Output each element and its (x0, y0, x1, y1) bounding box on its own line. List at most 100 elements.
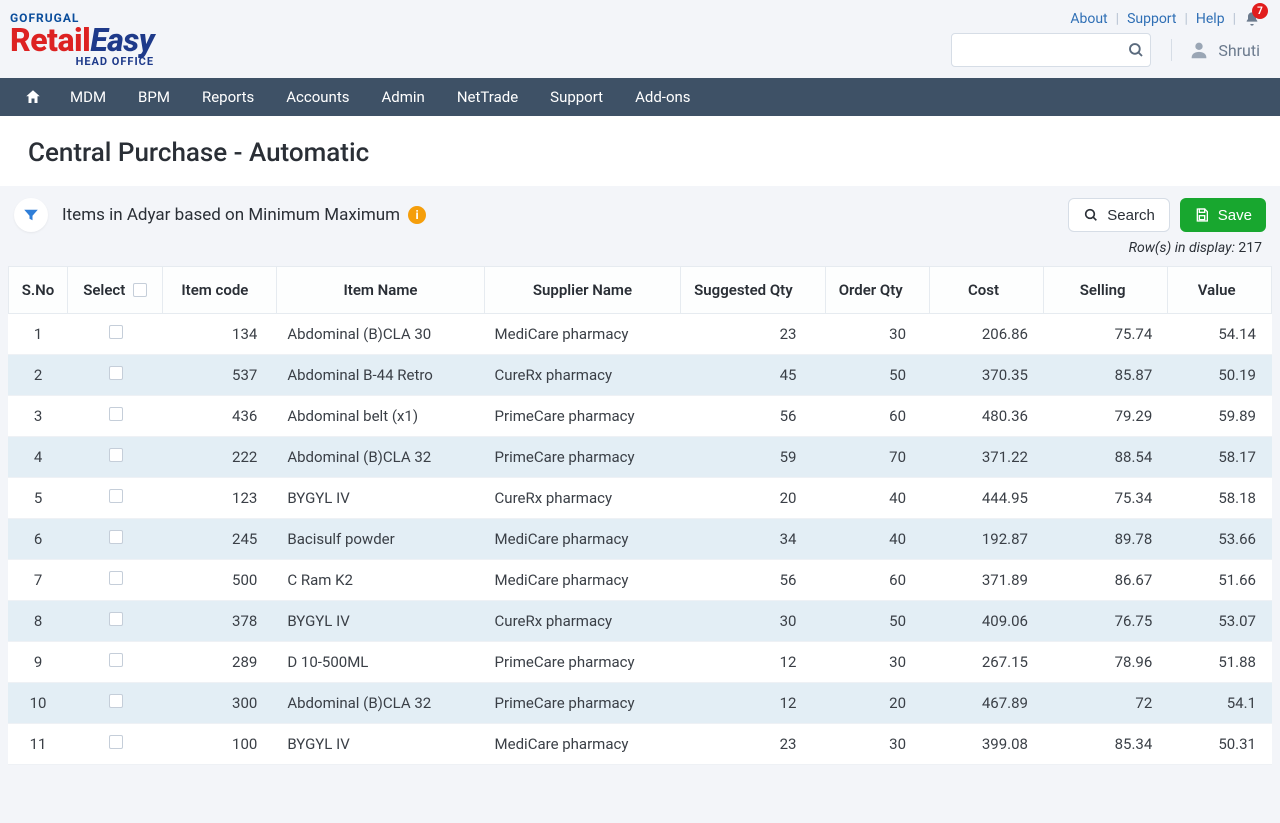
table-row[interactable]: 11100BYGYL IVMediCare pharmacy2330399.08… (8, 724, 1272, 765)
row-checkbox[interactable] (109, 489, 123, 503)
cell-select (68, 642, 163, 683)
cell-selling: 76.75 (1044, 601, 1168, 642)
table-row[interactable]: 3436Abdominal belt (x1)PrimeCare pharmac… (8, 396, 1272, 437)
cell-sno: 2 (8, 355, 68, 396)
cell-select (68, 683, 163, 724)
cell-suggested: 56 (681, 560, 826, 601)
cell-suggested: 34 (681, 519, 826, 560)
cell-supplier: PrimeCare pharmacy (485, 396, 682, 437)
table-row[interactable]: 6245Bacisulf powderMediCare pharmacy3440… (8, 519, 1272, 560)
cell-select (68, 519, 163, 560)
support-link[interactable]: Support (1127, 11, 1176, 27)
table-row[interactable]: 5123BYGYL IVCureRx pharmacy2040444.9575.… (8, 478, 1272, 519)
header-supplier: Supplier Name (485, 266, 682, 314)
row-checkbox[interactable] (109, 653, 123, 667)
cell-selling: 72 (1044, 683, 1168, 724)
filter-right: Search Save (1068, 198, 1266, 232)
table-container: S.No Select Item code Item Name Supplier… (0, 266, 1280, 765)
header-sno: S.No (8, 266, 68, 314)
cell-supplier: CureRx pharmacy (485, 355, 682, 396)
nav-reports[interactable]: Reports (186, 78, 270, 116)
header-select: Select (68, 266, 163, 314)
cell-value: 58.18 (1168, 478, 1272, 519)
cell-code: 378 (163, 601, 277, 642)
about-link[interactable]: About (1070, 11, 1107, 27)
page-title: Central Purchase - Automatic (0, 116, 1280, 186)
nav-accounts[interactable]: Accounts (270, 78, 365, 116)
help-link[interactable]: Help (1196, 11, 1225, 27)
search-button-label: Search (1107, 207, 1155, 224)
row-checkbox[interactable] (109, 735, 123, 749)
nav-bpm[interactable]: BPM (122, 78, 186, 116)
cell-sno: 7 (8, 560, 68, 601)
home-icon (24, 88, 42, 106)
cell-name: Abdominal (B)CLA 32 (277, 437, 484, 478)
main-nav: MDM BPM Reports Accounts Admin NetTrade … (0, 78, 1280, 116)
cell-name: Abdominal belt (x1) (277, 396, 484, 437)
row-checkbox[interactable] (109, 448, 123, 462)
funnel-icon (22, 206, 40, 224)
cell-code: 100 (163, 724, 277, 765)
table-row[interactable]: 7500C Ram K2MediCare pharmacy5660371.898… (8, 560, 1272, 601)
row-checkbox[interactable] (109, 366, 123, 380)
row-checkbox[interactable] (109, 612, 123, 626)
cell-cost: 467.89 (930, 683, 1044, 724)
notifications-button[interactable]: 7 (1244, 11, 1260, 27)
nav-addons[interactable]: Add-ons (619, 78, 706, 116)
cell-supplier: CureRx pharmacy (485, 601, 682, 642)
cell-cost: 267.15 (930, 642, 1044, 683)
search-button[interactable]: Search (1068, 198, 1170, 232)
search-icon (1127, 41, 1145, 59)
cell-cost: 444.95 (930, 478, 1044, 519)
cell-order: 20 (826, 683, 930, 724)
row-count-display: Row(s) in display: 217 (0, 236, 1280, 266)
save-icon (1194, 207, 1210, 223)
nav-home[interactable] (12, 88, 54, 106)
cell-suggested: 45 (681, 355, 826, 396)
header-right: About | Support | Help | 7 Shruti (951, 11, 1260, 67)
table-row[interactable]: 10300Abdominal (B)CLA 32PrimeCare pharma… (8, 683, 1272, 724)
info-icon[interactable]: i (408, 206, 426, 224)
row-checkbox[interactable] (109, 530, 123, 544)
cell-sno: 1 (8, 314, 68, 355)
table-row[interactable]: 4222Abdominal (B)CLA 32PrimeCare pharmac… (8, 437, 1272, 478)
cell-value: 59.89 (1168, 396, 1272, 437)
cell-supplier: MediCare pharmacy (485, 724, 682, 765)
global-search-button[interactable] (1127, 41, 1145, 59)
table-row[interactable]: 2537Abdominal B-44 RetroCureRx pharmacy4… (8, 355, 1272, 396)
nav-nettrade[interactable]: NetTrade (441, 78, 534, 116)
row-checkbox[interactable] (109, 325, 123, 339)
select-all-checkbox[interactable] (133, 283, 147, 297)
user-menu[interactable]: Shruti (1171, 39, 1260, 61)
cell-selling: 75.74 (1044, 314, 1168, 355)
nav-admin[interactable]: Admin (365, 78, 440, 116)
cell-supplier: PrimeCare pharmacy (485, 437, 682, 478)
table-row[interactable]: 9289D 10-500MLPrimeCare pharmacy1230267.… (8, 642, 1272, 683)
row-checkbox[interactable] (109, 694, 123, 708)
app-header: GOFRUGAL RetailEasy HEAD OFFICE About | … (0, 0, 1280, 78)
filter-button[interactable] (14, 198, 48, 232)
nav-mdm[interactable]: MDM (54, 78, 122, 116)
cell-value: 53.07 (1168, 601, 1272, 642)
cell-cost: 480.36 (930, 396, 1044, 437)
global-search-input[interactable] (951, 33, 1151, 67)
filter-summary: Items in Adyar based on Minimum Maximum … (62, 205, 426, 225)
filter-bar: Items in Adyar based on Minimum Maximum … (0, 186, 1280, 236)
header-code: Item code (163, 266, 277, 314)
nav-support[interactable]: Support (534, 78, 619, 116)
row-checkbox[interactable] (109, 407, 123, 421)
cell-code: 134 (163, 314, 277, 355)
table-row[interactable]: 1134Abdominal (B)CLA 30MediCare pharmacy… (8, 314, 1272, 355)
table-row[interactable]: 8378BYGYL IVCureRx pharmacy3050409.0676.… (8, 601, 1272, 642)
row-checkbox[interactable] (109, 571, 123, 585)
cell-cost: 370.35 (930, 355, 1044, 396)
table-header-row: S.No Select Item code Item Name Supplier… (8, 266, 1272, 314)
cell-code: 537 (163, 355, 277, 396)
cell-selling: 75.34 (1044, 478, 1168, 519)
cell-order: 70 (826, 437, 930, 478)
cell-order: 50 (826, 601, 930, 642)
save-button[interactable]: Save (1180, 198, 1266, 232)
search-icon (1083, 207, 1099, 223)
global-search (951, 33, 1151, 67)
cell-code: 500 (163, 560, 277, 601)
